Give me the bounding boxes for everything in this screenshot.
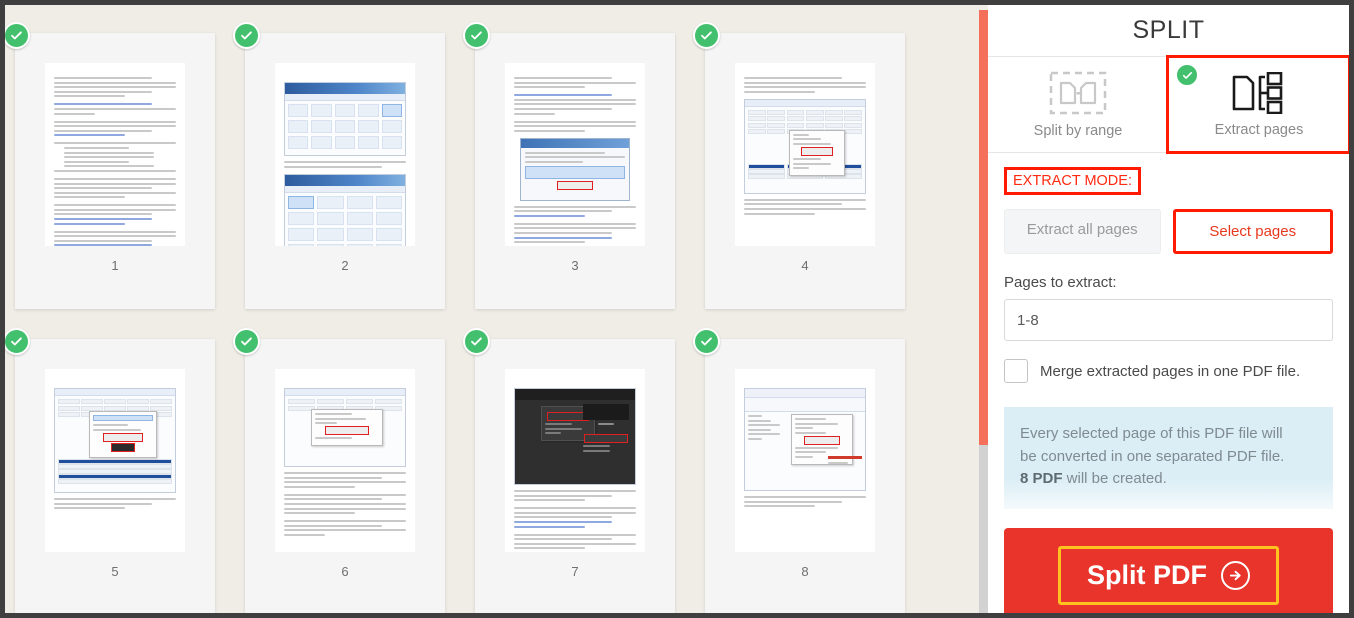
page-number: 4 <box>801 258 809 273</box>
extract-all-pages-button[interactable]: Extract all pages <box>1004 209 1161 254</box>
mode-label: Extract pages <box>1214 121 1304 138</box>
panel-title: SPLIT <box>988 5 1349 57</box>
split-range-icon <box>1049 71 1107 114</box>
embedded-screenshot <box>54 388 176 493</box>
page-selected-check-icon[interactable] <box>233 328 260 355</box>
embedded-screenshot <box>744 388 866 491</box>
embedded-screenshot <box>284 388 406 467</box>
page-number: 5 <box>111 564 119 579</box>
page-card[interactable]: 4 <box>693 22 905 309</box>
page-thumbnail <box>45 63 185 246</box>
page-thumbnail <box>735 369 875 552</box>
page-selected-check-icon[interactable] <box>233 22 260 49</box>
embedded-screenshot <box>744 98 866 194</box>
embedded-dark-screenshot <box>514 388 636 485</box>
page-number: 6 <box>341 564 349 579</box>
embedded-dialog <box>89 411 157 458</box>
page-thumbnail <box>505 369 645 552</box>
page-card[interactable]: 2 <box>233 22 445 309</box>
split-pdf-cta-container: Split PDF <box>1004 528 1333 613</box>
page-thumbnail <box>735 63 875 246</box>
extract-pages-icon <box>1232 71 1283 114</box>
page-thumbnail <box>275 369 415 552</box>
merge-checkbox[interactable] <box>1004 359 1028 383</box>
page-thumbnail-grid: 1 2 3 4 5 6 7 8 <box>5 22 988 613</box>
pages-to-extract-label: Pages to extract: <box>1004 274 1117 291</box>
info-line-2: be converted in one separated PDF file. <box>1020 447 1285 465</box>
select-pages-button[interactable]: Select pages <box>1172 209 1333 254</box>
page-card[interactable]: 5 <box>5 328 215 613</box>
page-selected-check-icon[interactable] <box>5 22 30 49</box>
pages-to-extract-input[interactable] <box>1004 299 1333 341</box>
extract-mode-heading: EXTRACT MODE: <box>1004 167 1141 195</box>
page-card[interactable]: 7 <box>463 328 675 613</box>
page-thumbnail <box>45 369 185 552</box>
page-thumbnail <box>505 63 645 246</box>
page-thumbnail <box>275 63 415 246</box>
info-line-1: Every selected page of this PDF file wil… <box>1020 425 1283 442</box>
embedded-screenshot <box>284 82 406 156</box>
arrow-right-icon <box>1221 561 1250 590</box>
split-mode-selector: Split by range Extract pages <box>988 55 1349 154</box>
page-selected-check-icon[interactable] <box>693 22 720 49</box>
page-number: 8 <box>801 564 809 579</box>
info-message: Every selected page of this PDF file wil… <box>1004 407 1333 509</box>
page-number: 1 <box>111 258 119 273</box>
highlighted-ok-button <box>557 180 593 190</box>
split-pdf-app: 1 2 3 4 5 6 7 8 SPLIT Split by range Ext… <box>0 0 1354 618</box>
embedded-dialog <box>520 137 630 201</box>
page-card[interactable]: 8 <box>693 328 905 613</box>
page-selected-check-icon[interactable] <box>463 22 490 49</box>
page-selected-check-icon[interactable] <box>5 328 30 355</box>
split-options-panel: SPLIT Split by range Extract pages EXTRA… <box>988 0 1354 618</box>
embedded-screenshot <box>284 173 406 246</box>
page-number: 7 <box>571 564 579 579</box>
page-selected-check-icon[interactable] <box>693 328 720 355</box>
mode-label: Split by range <box>1033 122 1123 139</box>
embedded-dialog <box>311 409 383 446</box>
info-pdf-count: 8 PDF <box>1020 470 1063 487</box>
page-card[interactable]: 1 <box>5 22 215 309</box>
page-number: 3 <box>571 258 579 273</box>
pages-workspace[interactable]: 1 2 3 4 5 6 7 8 <box>0 0 988 618</box>
merge-option-row: Merge extracted pages in one PDF file. <box>1004 359 1333 383</box>
page-card[interactable]: 6 <box>233 328 445 613</box>
embedded-context-menu <box>789 129 845 176</box>
split-pdf-button[interactable]: Split PDF <box>1058 546 1279 605</box>
merge-checkbox-label: Merge extracted pages in one PDF file. <box>1040 362 1301 380</box>
page-selected-check-icon[interactable] <box>463 328 490 355</box>
mode-selected-check-icon <box>1176 64 1198 86</box>
page-number: 2 <box>341 258 349 273</box>
vertical-scrollbar-thumb[interactable] <box>979 10 988 445</box>
info-tail: will be created. <box>1062 470 1167 487</box>
extract-mode-choices: Extract all pages Select pages <box>1004 209 1333 254</box>
page-card[interactable]: 3 <box>463 22 675 309</box>
panel-body: EXTRACT MODE: Extract all pages Select p… <box>988 153 1349 613</box>
mode-split-by-range[interactable]: Split by range <box>988 57 1168 152</box>
vertical-scrollbar-track[interactable] <box>979 10 988 613</box>
split-pdf-button-label: Split PDF <box>1087 560 1207 590</box>
mode-extract-pages[interactable]: Extract pages <box>1166 55 1349 154</box>
